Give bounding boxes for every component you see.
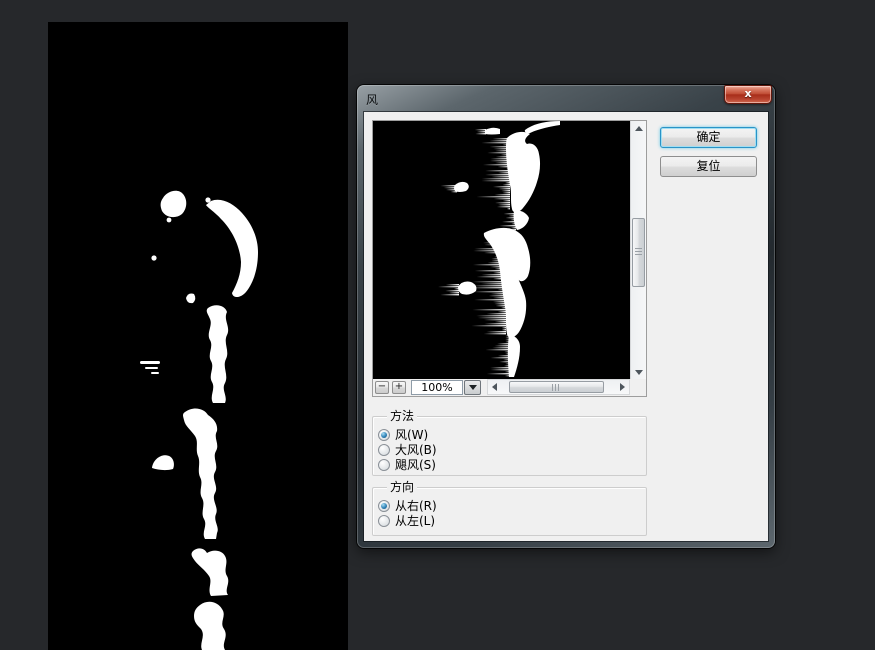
scroll-down-arrow-icon[interactable] — [631, 365, 647, 379]
wind-filter-dialog: 风 x — [357, 85, 775, 548]
dialog-client-area: − + 100% 确定 复位 方法 风(W) — [364, 112, 768, 541]
radio-option-stagger[interactable]: 飓风(S) — [378, 458, 436, 472]
method-group: 方法 风(W) 大风(B) 飓风(S) — [372, 416, 647, 476]
preview-bottom-bar: − + 100% — [373, 379, 630, 396]
radio-icon[interactable] — [378, 500, 390, 512]
canvas-artwork — [48, 22, 348, 650]
vertical-scrollbar-thumb[interactable] — [632, 218, 645, 287]
scrollbar-corner — [630, 379, 646, 396]
ok-button[interactable]: 确定 — [660, 127, 757, 148]
close-button[interactable]: x — [724, 85, 772, 104]
radio-icon[interactable] — [378, 515, 390, 527]
preview-artwork — [373, 121, 630, 379]
zoom-in-button[interactable]: + — [392, 381, 406, 394]
zoom-out-button[interactable]: − — [375, 381, 389, 394]
method-group-label: 方法 — [387, 409, 417, 423]
radio-label[interactable]: 从右(R) — [395, 499, 437, 513]
thumb-grip-icon — [635, 248, 642, 257]
scroll-right-arrow-icon[interactable] — [616, 380, 629, 394]
radio-label[interactable]: 风(W) — [395, 428, 428, 442]
radio-label[interactable]: 从左(L) — [395, 514, 435, 528]
filter-preview[interactable] — [373, 121, 630, 379]
preview-vertical-scrollbar[interactable] — [630, 121, 646, 379]
radio-option-wind[interactable]: 风(W) — [378, 428, 428, 442]
radio-option-blast[interactable]: 大风(B) — [378, 443, 437, 457]
radio-label[interactable]: 飓风(S) — [395, 458, 436, 472]
dialog-title: 风 — [366, 91, 378, 108]
radio-icon[interactable] — [378, 459, 390, 471]
direction-group: 方向 从右(R) 从左(L) — [372, 487, 647, 536]
thumb-grip-icon — [552, 384, 561, 391]
reset-button[interactable]: 复位 — [660, 156, 757, 177]
preview-horizontal-scrollbar[interactable] — [487, 379, 630, 395]
document-canvas[interactable] — [48, 22, 348, 650]
direction-group-label: 方向 — [387, 480, 417, 494]
horizontal-scrollbar-thumb[interactable] — [509, 381, 604, 393]
preview-frame: − + 100% — [372, 120, 647, 397]
radio-option-from-left[interactable]: 从左(L) — [378, 514, 435, 528]
zoom-dropdown-button[interactable] — [464, 380, 481, 395]
zoom-percentage-field[interactable]: 100% — [411, 380, 463, 395]
scroll-up-arrow-icon[interactable] — [631, 121, 647, 135]
radio-icon[interactable] — [378, 444, 390, 456]
radio-icon[interactable] — [378, 429, 390, 441]
scroll-left-arrow-icon[interactable] — [488, 380, 501, 394]
chevron-down-icon — [469, 385, 477, 390]
close-icon: x — [744, 87, 751, 100]
radio-label[interactable]: 大风(B) — [395, 443, 437, 457]
dialog-titlebar[interactable]: 风 x — [357, 85, 775, 112]
radio-option-from-right[interactable]: 从右(R) — [378, 499, 437, 513]
